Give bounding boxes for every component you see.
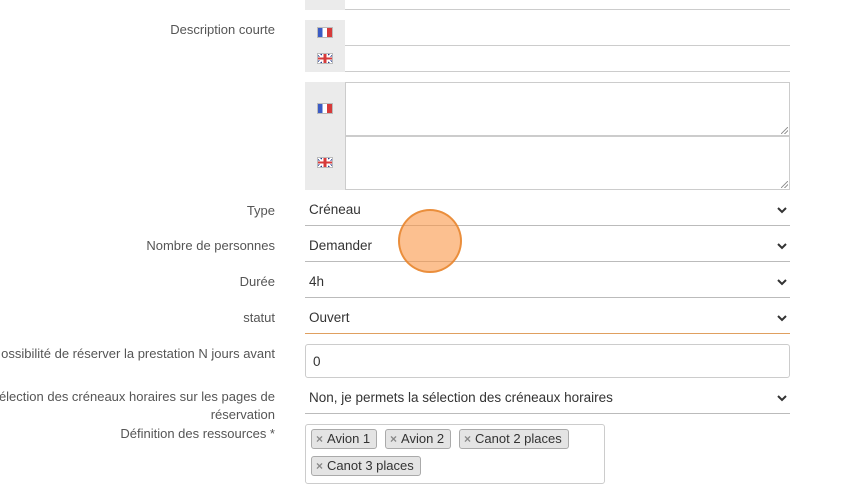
resource-tag: × Avion 1 [311,429,378,449]
slot-selection-value: Non, je permets la sélection des créneau… [309,390,613,405]
short-description-label: Description courte [170,22,275,37]
slot-selection-label: élection des créneaux horaires sur les p… [0,389,275,422]
duration-select[interactable]: 4h [305,266,790,298]
slot-selection-select[interactable]: Non, je permets la sélection des créneau… [305,382,790,414]
chevron-down-icon [777,395,787,402]
remove-tag-icon[interactable]: × [316,432,323,446]
resource-tag-label: Avion 2 [401,431,445,446]
flag-cell-top [305,0,345,10]
resource-tag-label: Canot 3 places [327,458,414,473]
persons-select[interactable]: Demander [305,230,790,262]
days-before-label: ossibilité de réserver la prestation N j… [1,346,275,361]
flag-fr-icon [317,103,333,114]
resource-tag-label: Avion 1 [327,431,371,446]
persons-label: Nombre de personnes [146,238,275,253]
description-fr-textarea[interactable] [345,82,790,136]
type-label: Type [246,203,275,218]
flag-cell [305,82,345,190]
resource-tag: × Canot 2 places [459,429,569,449]
resize-grip-icon[interactable] [781,127,788,134]
resource-tag-label: Canot 2 places [475,431,562,446]
chevron-down-icon [777,243,787,250]
persons-value: Demander [309,238,373,253]
resource-tag: × Canot 3 places [311,456,421,476]
status-value: Ouvert [309,310,350,325]
resize-grip-icon[interactable] [781,181,788,188]
status-select[interactable]: Ouvert [305,302,790,334]
click-indicator [398,209,462,273]
duration-value: 4h [309,274,325,289]
flag-uk-icon [317,53,333,64]
short-description-fr-input[interactable] [345,20,790,46]
resources-label: Définition des ressources * [120,426,275,441]
flag-cell [305,20,345,72]
status-label: statut [243,310,275,325]
days-before-input[interactable]: 0 [305,344,790,378]
flag-fr-icon [317,27,333,38]
duration-label: Durée [239,274,275,289]
type-value: Créneau [309,202,361,217]
remove-tag-icon[interactable]: × [464,432,471,446]
description-en-textarea[interactable] [345,136,790,190]
resources-multiselect[interactable]: × Avion 1 × Avion 2 × Canot 2 places × Canot… [305,424,605,484]
type-select[interactable]: Créneau [305,194,790,226]
resource-tag: × Avion 2 [385,429,452,449]
remove-tag-icon[interactable]: × [390,432,397,446]
text-input-top[interactable] [345,0,790,10]
chevron-down-icon [777,279,787,286]
chevron-down-icon [777,315,787,322]
short-description-en-input[interactable] [345,46,790,72]
remove-tag-icon[interactable]: × [316,459,323,473]
days-before-value: 0 [313,354,321,369]
flag-uk-icon [317,157,333,168]
chevron-down-icon [777,207,787,214]
